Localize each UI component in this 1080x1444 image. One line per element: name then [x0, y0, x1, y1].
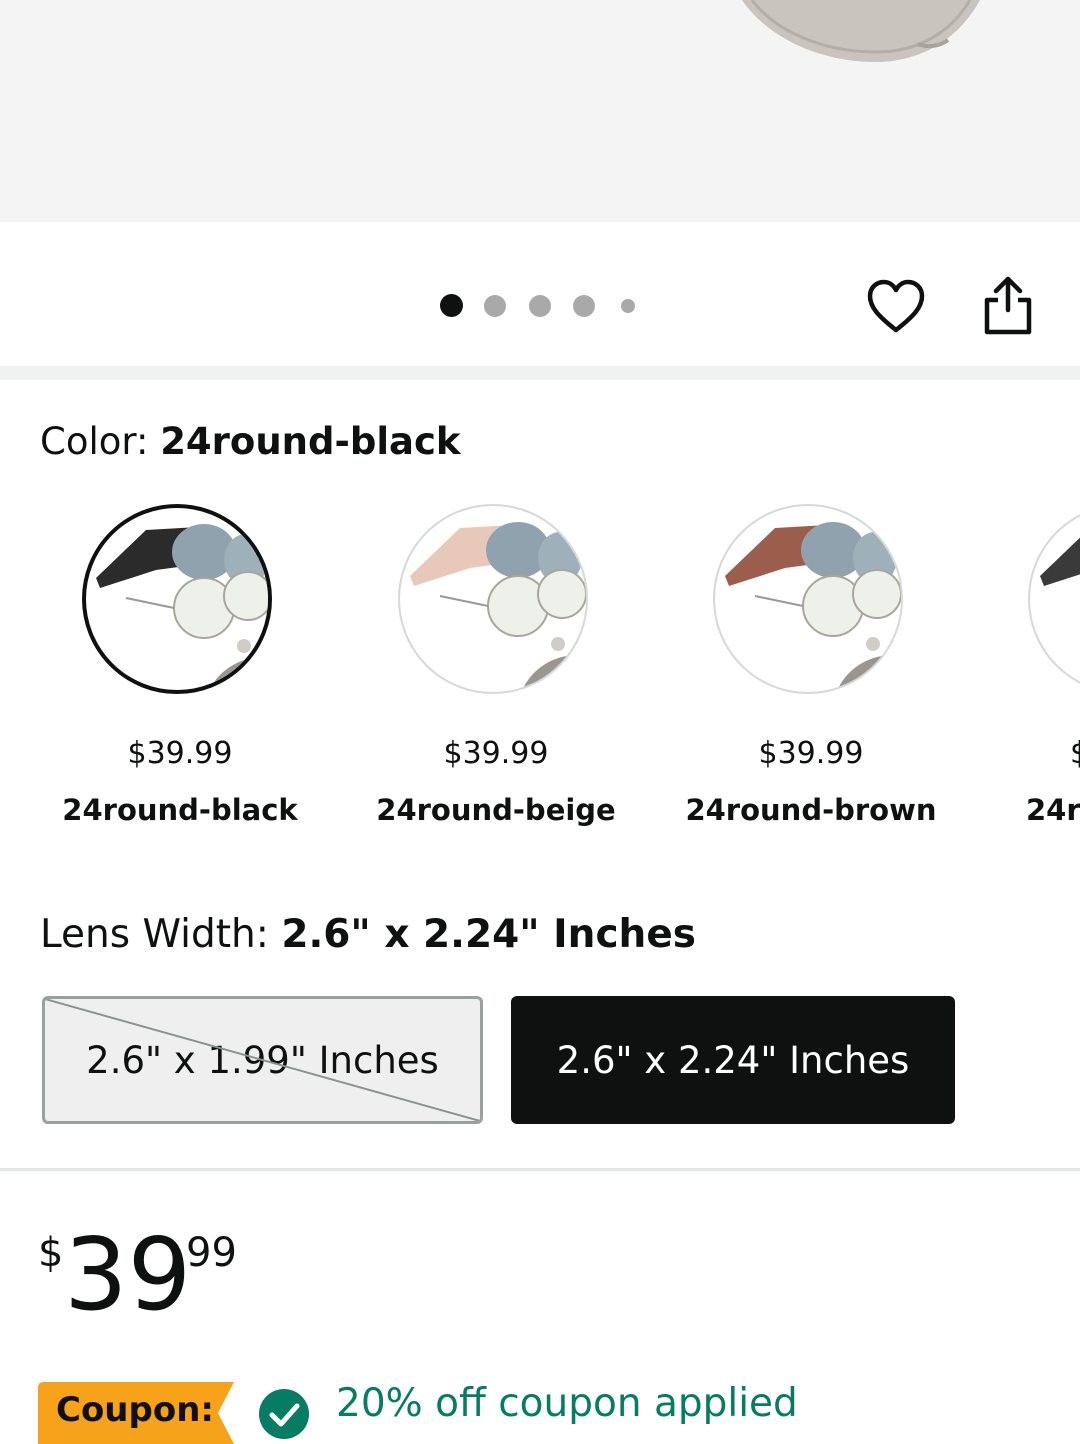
lens-width-label: Lens Width: 2.6" x 2.24" Inches — [40, 912, 696, 957]
share-button[interactable] — [982, 276, 1034, 336]
product-case-image — [742, 0, 980, 62]
share-icon — [984, 276, 1032, 335]
heart-icon — [867, 279, 925, 333]
swatch-name: 24round-brown — [685, 793, 937, 827]
section-divider — [0, 1168, 1080, 1171]
lens-option-unavailable[interactable]: 2.6" x 1.99" Inches — [42, 996, 483, 1124]
color-label: Color: 24round-black — [40, 420, 461, 463]
coupon-badge: Coupon: — [38, 1382, 234, 1444]
page-dot[interactable] — [484, 295, 506, 317]
swatch-name: 24round-black — [62, 793, 298, 827]
selected-color: 24round-black — [160, 420, 461, 463]
swatch-image — [82, 504, 272, 694]
swatch-image — [1028, 504, 1080, 694]
price-whole: 39 — [64, 1216, 192, 1333]
page-dot[interactable] — [440, 294, 463, 317]
lens-option-label: 2.6" x 2.24" Inches — [556, 1038, 910, 1082]
swatch-price: $39.99 — [443, 736, 549, 771]
swatch-price: $ — [1070, 736, 1080, 771]
swatch-image — [713, 504, 903, 694]
coupon-applied-text: 20% off coupon applied — [336, 1381, 798, 1426]
swatch-image — [398, 504, 588, 694]
lens-option-selected[interactable]: 2.6" x 2.24" Inches — [511, 996, 955, 1124]
favorite-button[interactable] — [866, 278, 926, 336]
unavailable-strike — [45, 999, 480, 1121]
product-image[interactable] — [0, 0, 1080, 222]
price-fraction: 99 — [186, 1230, 237, 1276]
section-divider — [0, 366, 1080, 380]
page-dot[interactable] — [529, 295, 551, 317]
swatch-name: 24ro — [1026, 793, 1080, 827]
check-circle-icon — [259, 1389, 309, 1439]
price-currency: $ — [38, 1230, 64, 1276]
swatch-price: $39.99 — [758, 736, 864, 771]
color-swatch-partial[interactable]: $ 24ro — [1026, 500, 1080, 840]
page-dot[interactable] — [621, 299, 635, 313]
selected-lens-width: 2.6" x 2.24" Inches — [281, 912, 696, 957]
swatch-price: $39.99 — [127, 736, 233, 771]
page-dot[interactable] — [573, 295, 595, 317]
swatch-name: 24round-beige — [376, 793, 616, 827]
coupon-badge-label: Coupon: — [56, 1390, 215, 1430]
